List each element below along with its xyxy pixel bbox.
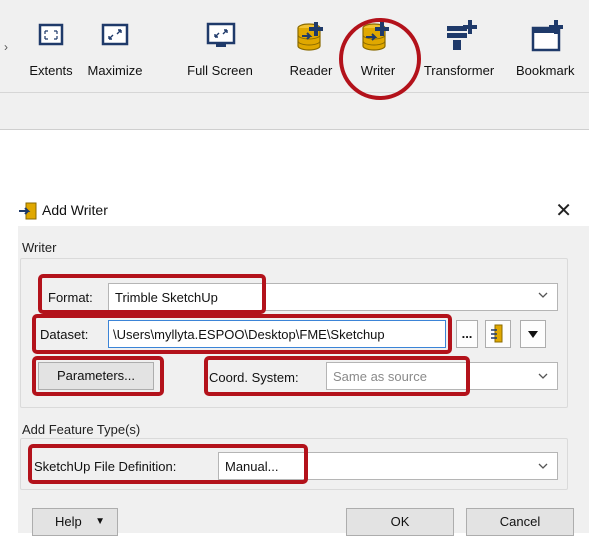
add-writer-icon [19,202,37,220]
coord-system-highlight-box [204,356,470,396]
help-dropdown-icon: ▼ [95,516,105,527]
extents-icon [38,23,64,46]
extents-button[interactable]: Extents [24,18,78,82]
dataset-menu-button[interactable] [520,320,546,348]
writer-highlight-circle [339,18,421,100]
dataset-settings-button[interactable] [485,320,511,348]
transformer-button[interactable]: Transformer [420,18,498,82]
ok-button[interactable]: OK [346,508,454,536]
reader-label: Reader [289,63,333,78]
reader-button[interactable]: Reader [282,18,340,82]
chevron-down-icon [538,463,548,469]
main-toolbar: › Extents Maximize Full Screen Reader Wr… [0,0,589,92]
chevron-down-icon [538,292,548,298]
reader-icon [297,22,323,51]
transformer-icon [447,20,477,50]
extents-label: Extents [29,63,73,78]
bookmark-icon [531,20,563,52]
maximize-label: Maximize [87,63,143,78]
parameters-highlight-box [32,356,164,396]
full-screen-label: Full Screen [187,63,253,78]
transformer-label: Transformer [423,63,495,78]
format-highlight-box [38,274,266,314]
browse-button[interactable]: ... [456,320,478,348]
maximize-button[interactable]: Maximize [82,18,148,82]
cancel-button[interactable]: Cancel [466,508,574,536]
chevron-down-icon [538,373,548,379]
dialog-titlebar: Add Writer ✕ [18,196,589,226]
triangle-down-icon [528,331,538,338]
sketchup-definition-highlight-box [28,444,308,484]
bookmark-button[interactable]: Bookmark [508,18,589,82]
help-button[interactable]: Help ▼ [32,508,118,536]
close-icon[interactable]: ✕ [555,198,572,222]
dataset-highlight-box [32,314,452,354]
dataset-settings-icon [491,324,503,343]
full-screen-icon [206,22,236,47]
dialog-title: Add Writer [42,202,108,218]
toolbar-edge-arrow-icon: › [4,40,8,54]
bookmark-label: Bookmark [516,63,575,78]
full-screen-button[interactable]: Full Screen [178,18,262,82]
writer-group-label: Writer [22,240,57,255]
toolbar-secondary-row [0,92,589,130]
feature-type-group-label: Add Feature Type(s) [22,422,141,437]
help-label: Help [55,514,82,529]
maximize-icon [101,23,129,46]
